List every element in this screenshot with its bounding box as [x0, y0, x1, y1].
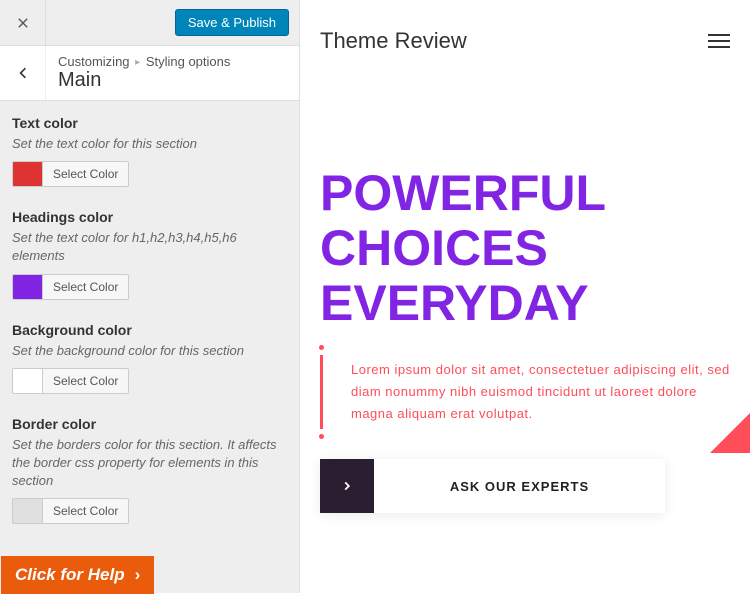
color-swatch[interactable] — [12, 498, 42, 524]
control-headings-color: Headings color Set the text color for h1… — [12, 209, 287, 299]
hero-quote: Lorem ipsum dolor sit amet, consectetuer… — [320, 355, 730, 429]
breadcrumb-parent: Styling options — [146, 54, 231, 69]
control-title: Border color — [12, 416, 287, 432]
select-color-button[interactable]: Select Color — [42, 274, 129, 300]
customizer-sidebar: Save & Publish Customizing ▸ Styling opt… — [0, 0, 300, 593]
control-description: Set the borders color for this section. … — [12, 436, 287, 491]
hero-title: POWERFUL CHOICES EVERYDAY — [320, 166, 730, 331]
control-description: Set the background color for this sectio… — [12, 342, 287, 360]
control-description: Set the text color for this section — [12, 135, 287, 153]
control-text-color: Text color Set the text color for this s… — [12, 115, 287, 187]
chevron-right-icon — [341, 480, 353, 492]
breadcrumb: Customizing ▸ Styling options Main — [0, 46, 299, 101]
menu-button[interactable] — [708, 34, 730, 48]
hero-section: POWERFUL CHOICES EVERYDAY Lorem ipsum do… — [300, 66, 750, 533]
help-label: Click for Help — [15, 565, 125, 585]
cta-button[interactable]: ASK OUR EXPERTS — [320, 459, 665, 513]
cta-arrow — [320, 459, 374, 513]
control-background-color: Background color Set the background colo… — [12, 322, 287, 394]
breadcrumb-current: Main — [58, 69, 287, 92]
chevron-right-icon: › — [135, 565, 141, 585]
close-button[interactable] — [0, 0, 46, 46]
close-icon — [16, 16, 30, 30]
select-color-button[interactable]: Select Color — [42, 498, 129, 524]
breadcrumb-sep-icon: ▸ — [133, 57, 142, 68]
help-button[interactable]: Click for Help › — [1, 556, 154, 594]
controls-scroll-area[interactable]: Text color Set the text color for this s… — [0, 101, 299, 593]
chevron-left-icon — [15, 65, 31, 81]
accent-dot-icon — [319, 345, 324, 350]
back-button[interactable] — [0, 46, 46, 100]
accent-triangle-icon — [710, 413, 750, 453]
customizer-topbar: Save & Publish — [0, 0, 299, 46]
select-color-button[interactable]: Select Color — [42, 161, 129, 187]
breadcrumb-root: Customizing — [58, 54, 130, 69]
accent-dot-icon — [319, 434, 324, 439]
hamburger-icon — [708, 40, 730, 42]
control-title: Text color — [12, 115, 287, 131]
site-title[interactable]: Theme Review — [320, 28, 467, 54]
save-publish-button[interactable]: Save & Publish — [175, 9, 289, 36]
control-title: Background color — [12, 322, 287, 338]
control-title: Headings color — [12, 209, 287, 225]
hamburger-icon — [708, 46, 730, 48]
color-swatch[interactable] — [12, 368, 42, 394]
color-swatch[interactable] — [12, 274, 42, 300]
preview-header: Theme Review — [300, 0, 750, 66]
control-description: Set the text color for h1,h2,h3,h4,h5,h6… — [12, 229, 287, 265]
color-swatch[interactable] — [12, 161, 42, 187]
cta-label: ASK OUR EXPERTS — [374, 459, 665, 513]
breadcrumb-path: Customizing ▸ Styling options — [58, 54, 287, 69]
hamburger-icon — [708, 34, 730, 36]
control-border-color: Border color Set the borders color for t… — [12, 416, 287, 525]
preview-pane: Theme Review POWERFUL CHOICES EVERYDAY L… — [300, 0, 750, 593]
hero-quote-text: Lorem ipsum dolor sit amet, consectetuer… — [351, 359, 730, 425]
select-color-button[interactable]: Select Color — [42, 368, 129, 394]
